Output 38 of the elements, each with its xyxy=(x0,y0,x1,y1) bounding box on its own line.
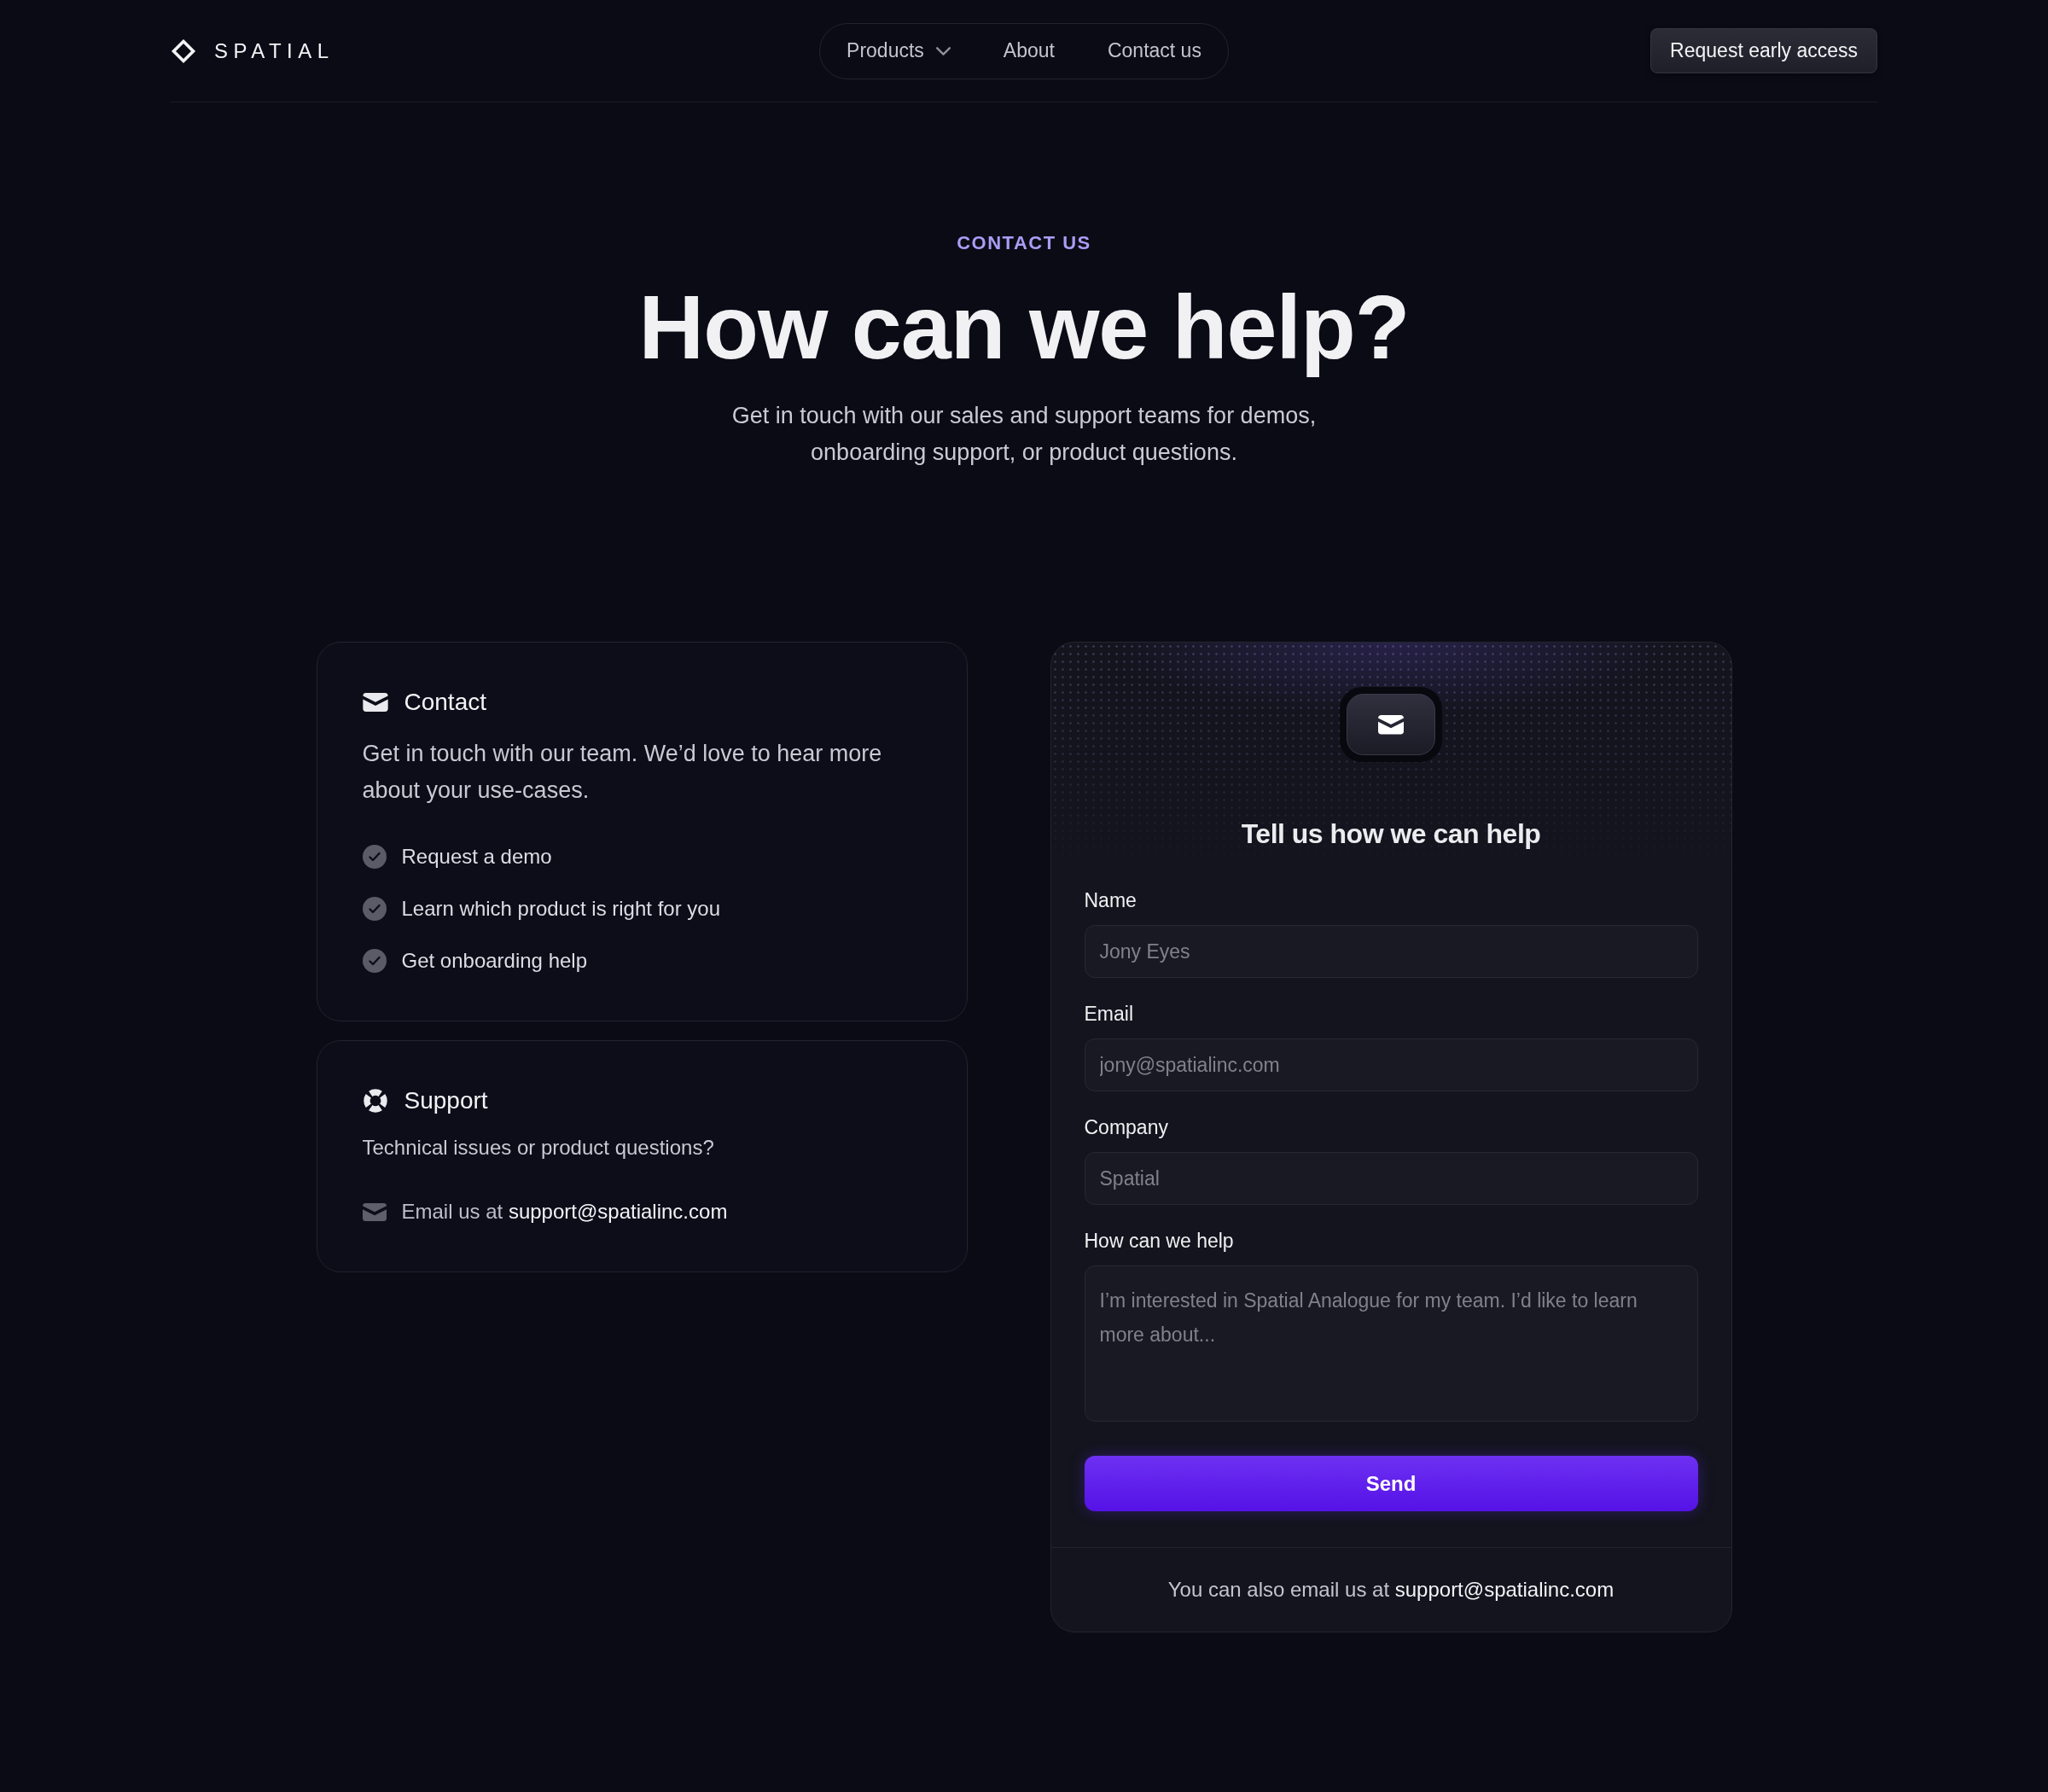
request-access-button[interactable]: Request early access xyxy=(1650,28,1877,73)
card-description: Get in touch with our team. We’d love to hear more about your use-cases. xyxy=(362,740,883,805)
field-label: Company xyxy=(1084,1115,1169,1139)
check-circle-icon xyxy=(362,845,387,869)
checklist-item: Get onboarding help xyxy=(401,948,587,974)
nav-dropdown[interactable]: Products xyxy=(847,39,951,62)
check-circle-icon xyxy=(362,949,387,973)
page-title: How can we help? xyxy=(638,278,1410,375)
input-field[interactable]: Jony Eyes xyxy=(1084,925,1698,978)
logo-text: SPATIAL xyxy=(214,38,335,63)
checklist-item: Request a demo xyxy=(401,844,552,870)
eyebrow-label: CONTACT US xyxy=(957,231,1091,255)
checklist-item: Learn which product is right for you xyxy=(401,896,721,922)
check-circle-icon xyxy=(362,897,387,921)
card-title: Contact xyxy=(404,689,486,716)
message-textarea[interactable]: I’m interested in Spatial Analogue for my team. I’d like to learn more about... xyxy=(1084,1265,1698,1422)
nav-link[interactable]: About xyxy=(1003,39,1055,62)
form-title: Tell us how we can help xyxy=(1241,817,1541,851)
envelope-icon xyxy=(1340,687,1442,762)
input-field[interactable]: jony@spatialinc.com xyxy=(1084,1039,1698,1091)
page-subtitle: Get in touch with our sales and support teams for demos, onboarding support, or product questions. xyxy=(730,402,1318,467)
footer-email-sentence: You can also email us at support@spatialinc.com xyxy=(1167,1577,1615,1603)
input-field[interactable]: Spatial xyxy=(1084,1152,1698,1205)
nav-link[interactable]: Contact us xyxy=(1107,39,1201,62)
field-label: Email xyxy=(1084,1002,1134,1026)
card-description: Technical issues or product questions? xyxy=(362,1135,715,1161)
envelope-icon xyxy=(362,693,388,712)
email-sentence: Email us at support@spatialinc.com xyxy=(401,1199,728,1225)
email-link[interactable]: support@spatialinc.com xyxy=(1394,1578,1615,1601)
chevron-down-icon xyxy=(935,46,951,55)
field-label: How can we help xyxy=(1084,1229,1235,1253)
lifebuoy-icon xyxy=(362,1088,388,1114)
card-title: Support xyxy=(404,1087,488,1114)
send-button[interactable]: Send xyxy=(1084,1456,1698,1511)
envelope-icon xyxy=(362,1202,387,1221)
email-link[interactable]: support@spatialinc.com xyxy=(508,1200,728,1223)
diamond-logo-icon xyxy=(171,38,196,64)
field-label: Name xyxy=(1084,888,1137,912)
